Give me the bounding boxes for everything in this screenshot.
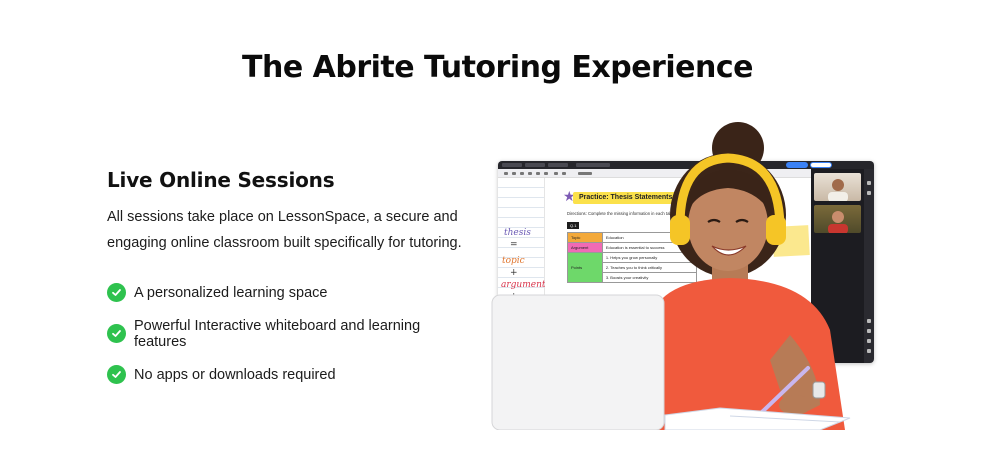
feature-item: A personalized learning space bbox=[107, 272, 467, 313]
feature-section: Live Online Sessions All sessions take p… bbox=[107, 168, 467, 395]
page-title: The Abrite Tutoring Experience bbox=[242, 50, 753, 85]
feature-item: Powerful Interactive whiteboard and lear… bbox=[107, 313, 467, 354]
tutoring-illustration: thesis = topic + argument + ★ Practice: … bbox=[490, 120, 885, 430]
check-circle-icon bbox=[107, 324, 126, 343]
feature-item: No apps or downloads required bbox=[107, 354, 467, 395]
student-illustration bbox=[491, 122, 851, 430]
section-heading: Live Online Sessions bbox=[107, 168, 335, 192]
feature-list: A personalized learning space Powerful I… bbox=[107, 272, 467, 395]
check-circle-icon bbox=[107, 283, 126, 302]
feature-text: A personalized learning space bbox=[134, 284, 328, 301]
section-description: All sessions take place on LessonSpace, … bbox=[107, 209, 462, 251]
feature-text: No apps or downloads required bbox=[134, 366, 336, 383]
feature-text: Powerful Interactive whiteboard and lear… bbox=[134, 317, 421, 350]
check-circle-icon bbox=[107, 365, 126, 384]
